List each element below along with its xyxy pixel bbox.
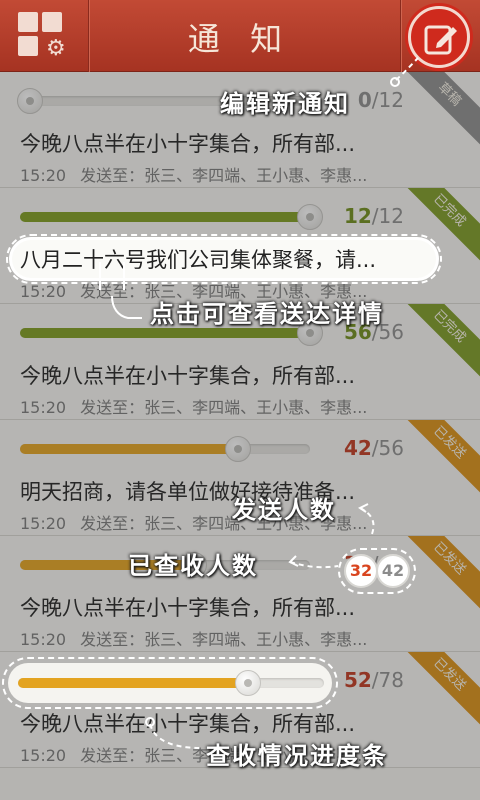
callout-edit-new: 编辑新通知 (220, 90, 350, 118)
guide-pointers (99, 57, 419, 749)
callout-tap-detail: 点击可查看送达详情 (150, 300, 384, 328)
callout-seen-count: 已查收人数 (128, 552, 258, 580)
callout-sent-count: 发送人数 (232, 496, 336, 524)
callout-progress-bar: 查收情况进度条 (206, 742, 388, 770)
